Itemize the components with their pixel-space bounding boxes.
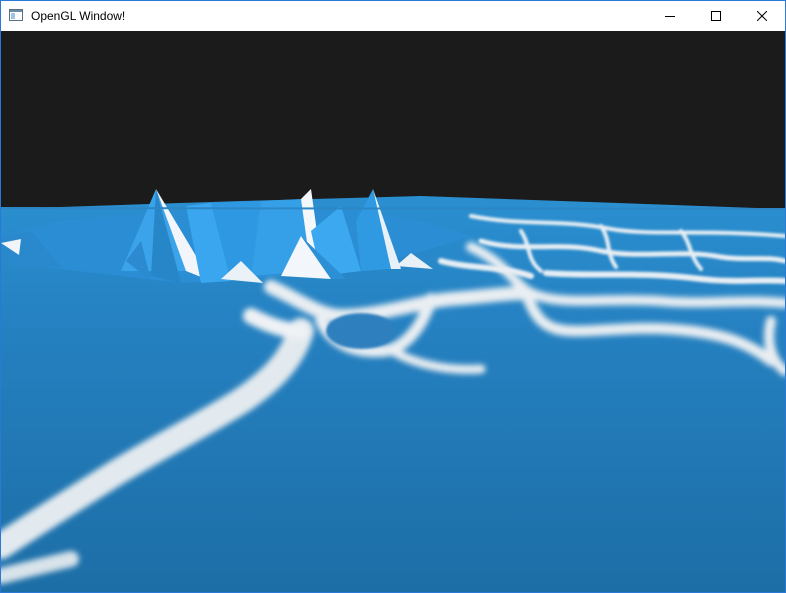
- horizon-line: [1, 207, 785, 210]
- rendered-water-scene: [1, 31, 785, 592]
- sky-background: [1, 31, 785, 206]
- app-window: OpenGL Window!: [0, 0, 786, 593]
- maximize-button[interactable]: [693, 1, 739, 31]
- crater-pool: [326, 313, 396, 349]
- maximize-icon: [711, 11, 721, 21]
- close-icon: [757, 11, 767, 21]
- minimize-button[interactable]: [647, 1, 693, 31]
- minimize-icon: [665, 16, 675, 17]
- close-button[interactable]: [739, 1, 785, 31]
- window-app-icon[interactable]: [9, 8, 23, 22]
- window-title: OpenGL Window!: [31, 9, 126, 23]
- title-bar[interactable]: OpenGL Window!: [1, 1, 785, 31]
- opengl-viewport[interactable]: [1, 31, 785, 592]
